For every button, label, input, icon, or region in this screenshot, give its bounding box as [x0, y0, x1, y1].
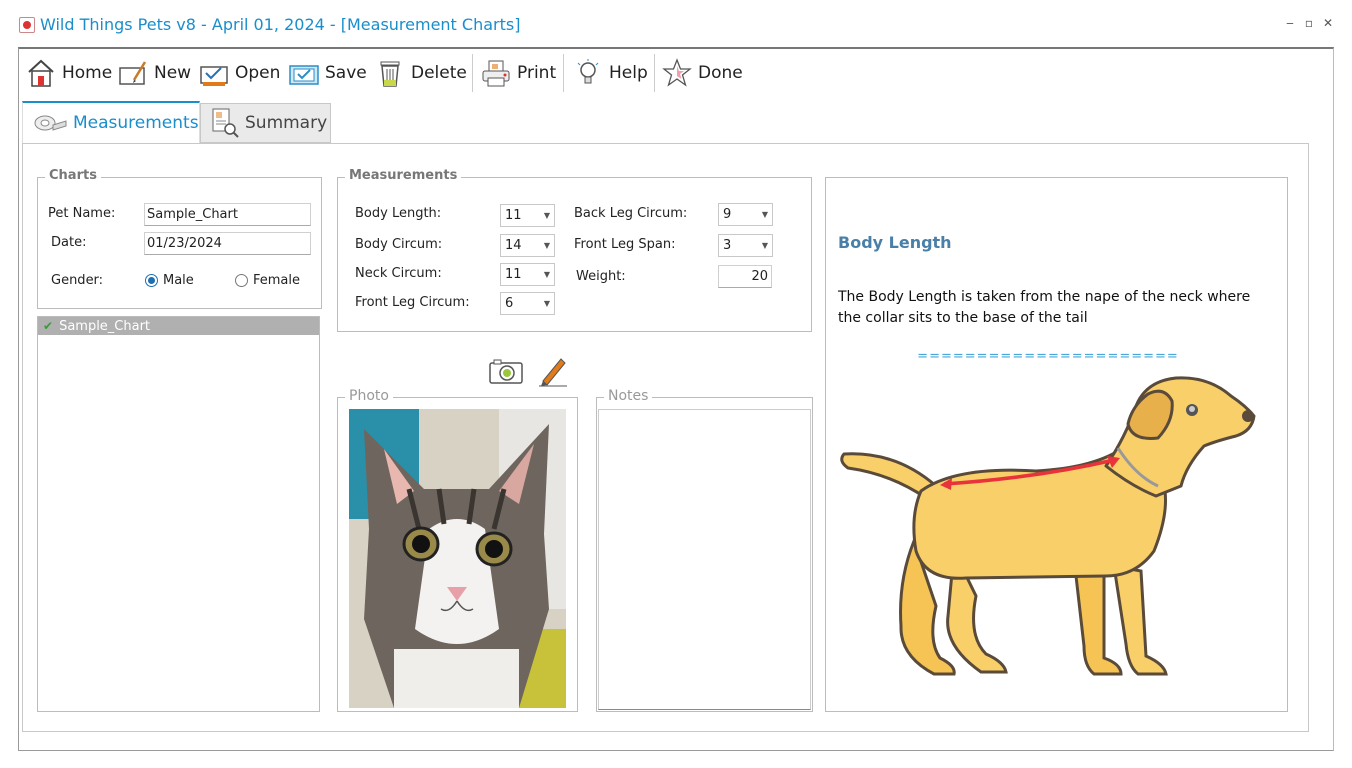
charts-list[interactable] [37, 316, 320, 712]
gender-label: Gender: [51, 273, 104, 288]
lightbulb-icon [577, 59, 599, 84]
dog-illustration [840, 376, 1256, 676]
new-document-icon [119, 61, 147, 85]
chevron-down-icon: ▼ [761, 210, 768, 219]
date-label: Date: [51, 235, 87, 250]
neck-circum-select[interactable]: 11 ▼ [500, 263, 555, 286]
print-label: Print [517, 63, 557, 83]
home-icon [28, 59, 54, 87]
done-label: Done [698, 63, 743, 83]
body-length-label: Body Length: [355, 206, 442, 221]
camera-icon[interactable] [489, 357, 523, 385]
measurements-legend: Measurements [345, 168, 462, 183]
pencil-icon[interactable] [537, 355, 569, 387]
tab-summary[interactable]: Summary [200, 103, 331, 143]
body-length-select[interactable]: 11 ▼ [500, 204, 555, 227]
info-description: The Body Length is taken from the nape o… [838, 289, 1251, 326]
print-button[interactable]: Print [481, 56, 556, 90]
chevron-down-icon: ▼ [543, 299, 550, 308]
back-leg-circum-select[interactable]: 9 ▼ [718, 203, 773, 226]
male-label: Male [163, 273, 194, 288]
save-icon [289, 65, 319, 85]
trash-icon [380, 61, 400, 87]
list-item-label: Sample_Chart [59, 318, 151, 334]
front-leg-circum-value: 6 [505, 296, 514, 311]
front-leg-circum-label: Front Leg Circum: [355, 295, 470, 310]
neck-circum-value: 11 [505, 267, 522, 282]
tab-measurements-label: Measurements [73, 113, 199, 133]
window-title: Wild Things Pets v8 - April 01, 2024 - [… [40, 15, 521, 34]
new-button[interactable]: New [118, 56, 191, 90]
tab-measurements[interactable]: Measurements [22, 101, 200, 143]
summary-report-icon [212, 108, 239, 138]
body-circum-value: 14 [505, 238, 522, 253]
toolbar-separator [472, 54, 473, 92]
neck-circum-label: Neck Circum: [355, 266, 442, 281]
photo-legend: Photo [345, 388, 393, 404]
open-button[interactable]: Open [199, 56, 280, 90]
toolbar-separator [563, 54, 564, 92]
tape-measure-icon [34, 115, 67, 131]
chevron-down-icon: ▼ [543, 270, 550, 279]
weight-label: Weight: [576, 269, 626, 284]
back-leg-circum-label: Back Leg Circum: [574, 206, 688, 221]
gender-female-option[interactable]: Female [235, 273, 300, 288]
done-button[interactable]: Done [662, 56, 743, 90]
check-icon: ✔ [43, 319, 54, 333]
female-label: Female [253, 273, 301, 288]
minimize-button[interactable]: ‒ [1283, 16, 1297, 30]
printer-icon [482, 60, 510, 87]
delete-label: Delete [411, 63, 467, 83]
toolbar-separator [654, 54, 655, 92]
body-length-value: 11 [505, 208, 522, 223]
weight-input[interactable]: 20 [718, 265, 772, 288]
gender-male-option[interactable]: Male [145, 273, 194, 288]
maximize-button[interactable]: ▫ [1302, 16, 1316, 30]
charts-legend: Charts [45, 168, 101, 183]
home-label: Home [62, 63, 113, 83]
notes-textarea[interactable] [598, 409, 811, 710]
save-label: Save [325, 63, 367, 83]
chevron-down-icon: ▼ [543, 211, 550, 220]
app-icon [19, 17, 35, 33]
female-radio[interactable] [235, 274, 248, 287]
pet-photo [349, 409, 566, 708]
open-icon [200, 66, 228, 86]
delete-button[interactable]: Delete [375, 56, 467, 90]
new-label: New [154, 63, 192, 83]
open-label: Open [235, 63, 281, 83]
front-leg-span-value: 3 [723, 238, 732, 253]
back-leg-circum-value: 9 [723, 207, 732, 222]
front-leg-circum-select[interactable]: 6 ▼ [500, 292, 555, 315]
date-input[interactable]: 01/23/2024 [144, 232, 311, 255]
front-leg-span-label: Front Leg Span: [574, 237, 676, 252]
info-title: Body Length [838, 233, 952, 252]
info-divider: ====================== [917, 349, 1179, 364]
pet-name-label: Pet Name: [48, 206, 116, 221]
help-label: Help [609, 63, 648, 83]
list-item[interactable]: ✔ Sample_Chart [38, 317, 319, 335]
help-button[interactable]: Help [573, 56, 648, 90]
chevron-down-icon: ▼ [761, 241, 768, 250]
save-button[interactable]: Save [289, 56, 367, 90]
chevron-down-icon: ▼ [543, 241, 550, 250]
tab-summary-label: Summary [245, 113, 328, 133]
body-circum-label: Body Circum: [355, 237, 443, 252]
body-circum-select[interactable]: 14 ▼ [500, 234, 555, 257]
star-icon [662, 58, 692, 87]
notes-legend: Notes [604, 388, 653, 404]
male-radio[interactable] [145, 274, 158, 287]
pet-name-input[interactable]: Sample_Chart [144, 203, 311, 226]
close-button[interactable]: ✕ [1321, 16, 1335, 30]
front-leg-span-select[interactable]: 3 ▼ [718, 234, 773, 257]
home-button[interactable]: Home [26, 56, 112, 90]
